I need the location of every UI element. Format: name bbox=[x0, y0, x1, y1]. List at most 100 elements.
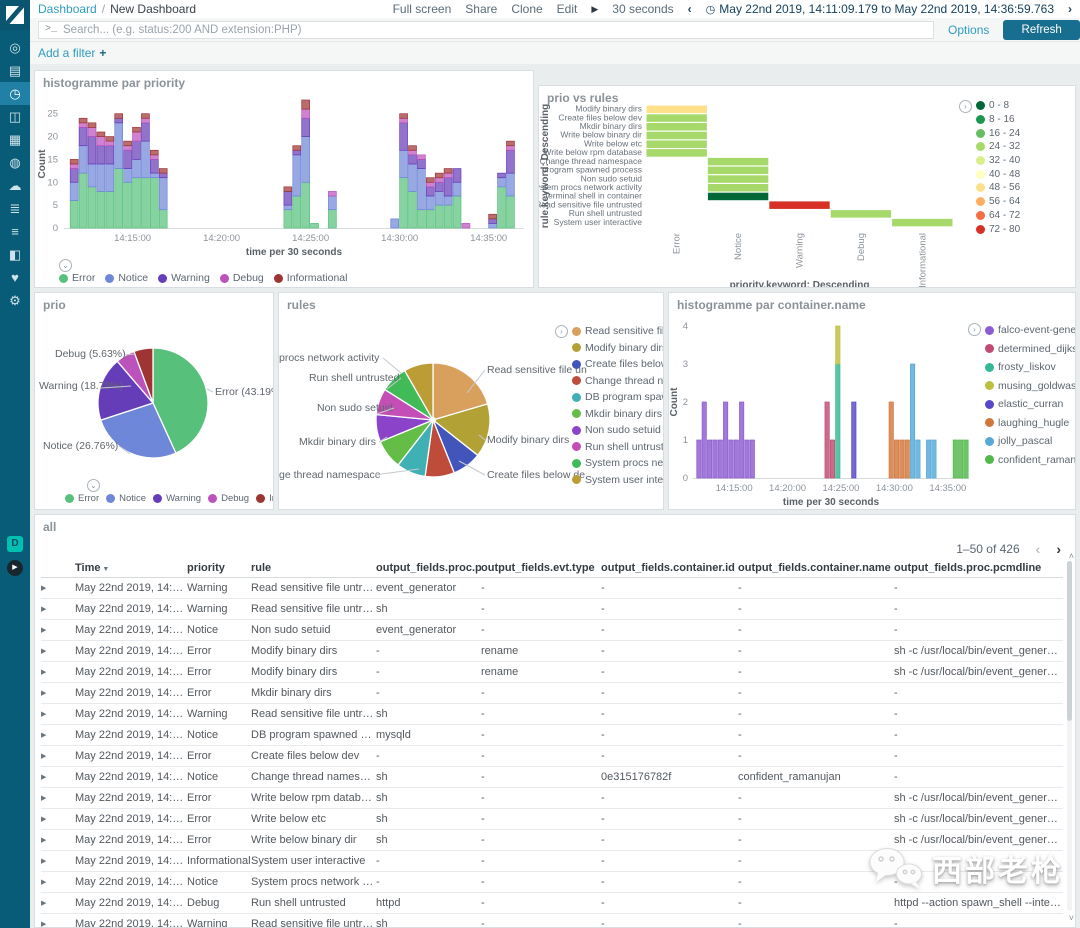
sort-desc-icon[interactable]: ▼ bbox=[100, 566, 109, 573]
column-header-output_fields-container-id[interactable]: output_fields.container.id bbox=[601, 559, 738, 578]
pagination-next-icon[interactable]: › bbox=[1056, 541, 1061, 557]
legend-item[interactable]: 64 - 72 bbox=[976, 209, 1020, 223]
legend-item[interactable]: frosty_liskov bbox=[985, 358, 1075, 377]
table-row[interactable]: ▶May 22nd 2019, 14:36:10.511NoticeDB pro… bbox=[41, 724, 1063, 746]
breadcrumb-dashboard-link[interactable]: Dashboard bbox=[38, 2, 97, 16]
legend-item[interactable]: Create files below dev bbox=[572, 356, 663, 373]
legend-item[interactable]: Warning bbox=[158, 272, 210, 284]
column-header-output_fields-evt-type[interactable]: output_fields.evt.type bbox=[481, 559, 601, 578]
legend-item[interactable]: musing_goldwasser bbox=[985, 377, 1075, 396]
legend-item[interactable]: Modify binary dirs bbox=[572, 340, 663, 357]
sidebar-item-visualize[interactable]: ▤ bbox=[0, 59, 30, 82]
refresh-interval[interactable]: 30 seconds bbox=[612, 2, 673, 16]
scroll-down-icon[interactable]: ˅ bbox=[1069, 913, 1074, 923]
sidebar-item-dev-tools[interactable]: ◧ bbox=[0, 243, 30, 266]
table-row[interactable]: ▶May 22nd 2019, 14:36:06.505ErrorWrite b… bbox=[41, 808, 1063, 830]
column-header-output_fields-proc-pname[interactable]: output_fields.proc.pname bbox=[376, 559, 481, 578]
legend-item[interactable]: 48 - 56 bbox=[976, 181, 1020, 195]
legend-toggle-icon[interactable]: › bbox=[959, 100, 972, 113]
sidebar-item-canvas[interactable]: ◫ bbox=[0, 105, 30, 128]
legend-toggle-icon[interactable]: › bbox=[555, 325, 568, 338]
legend-item[interactable]: Warning bbox=[153, 493, 201, 504]
legend-item[interactable]: Debug bbox=[219, 272, 264, 284]
add-filter-plus-icon[interactable]: + bbox=[99, 46, 106, 60]
sidebar-item-infrastructure[interactable]: ☁ bbox=[0, 174, 30, 197]
search-input[interactable] bbox=[63, 23, 934, 36]
table-row[interactable]: ▶May 22nd 2019, 14:36:07.506ErrorWrite b… bbox=[41, 787, 1063, 809]
top-menu-share[interactable]: Share bbox=[465, 2, 497, 16]
table-scrollbar-thumb[interactable] bbox=[1067, 561, 1072, 721]
legend-item[interactable]: elastic_curran bbox=[985, 395, 1075, 414]
prio-pie-chart[interactable]: Debug (5.63%) Warning (18.78%) Error (43.1… bbox=[35, 311, 273, 496]
legend-item[interactable]: Error bbox=[65, 493, 99, 504]
row-expand-icon[interactable]: ▶ bbox=[41, 871, 75, 893]
row-expand-icon[interactable]: ▶ bbox=[41, 619, 75, 641]
legend-item[interactable]: 40 - 48 bbox=[976, 167, 1020, 181]
pagination-prev-icon[interactable]: ‹ bbox=[1036, 541, 1041, 557]
table-row[interactable]: ▶May 22nd 2019, 14:36:08.506NoticeChange… bbox=[41, 766, 1063, 788]
legend-item[interactable]: 0 - 8 bbox=[976, 99, 1020, 113]
legend-item[interactable]: DB program spawne... bbox=[572, 389, 663, 406]
sidebar-item-discover[interactable]: ◎ bbox=[0, 36, 30, 59]
time-next-icon[interactable]: › bbox=[1068, 2, 1072, 16]
table-row[interactable]: ▶May 22nd 2019, 14:36:16.527WarningRead … bbox=[41, 577, 1063, 599]
table-row[interactable]: ▶May 22nd 2019, 14:36:05.504ErrorWrite b… bbox=[41, 829, 1063, 851]
scroll-up-icon[interactable]: ˄ bbox=[1069, 551, 1074, 561]
sidebar-item-maps[interactable]: ◍ bbox=[0, 151, 30, 174]
top-menu-edit[interactable]: Edit bbox=[557, 2, 578, 16]
table-row[interactable]: ▶May 22nd 2019, 14:36:03.488Informationa… bbox=[41, 850, 1063, 872]
options-link[interactable]: Options bbox=[948, 23, 989, 37]
time-range-picker[interactable]: ◷ May 22nd 2019, 14:11:09.179 to May 22n… bbox=[706, 2, 1054, 16]
row-expand-icon[interactable]: ▶ bbox=[41, 892, 75, 914]
row-expand-icon[interactable]: ▶ bbox=[41, 850, 75, 872]
legend-item[interactable]: 32 - 40 bbox=[976, 154, 1020, 168]
table-row[interactable]: ▶May 22nd 2019, 14:36:09.507ErrorCreate … bbox=[41, 745, 1063, 767]
row-expand-icon[interactable]: ▶ bbox=[41, 598, 75, 620]
table-row[interactable]: ▶May 22nd 2019, 14:36:14.516NoticeNon su… bbox=[41, 619, 1063, 641]
column-header-output_fields-proc-pcmdline[interactable]: output_fields.proc.pcmdline bbox=[894, 559, 1063, 578]
add-filter-link[interactable]: Add a filter bbox=[38, 46, 95, 60]
table-row[interactable]: ▶May 22nd 2019, 14:36:11.512WarningRead … bbox=[41, 703, 1063, 725]
kibana-logo[interactable] bbox=[0, 0, 30, 30]
top-menu-clone[interactable]: Clone bbox=[511, 2, 542, 16]
sidebar-item-uptime[interactable]: ≡ bbox=[0, 220, 30, 243]
legend-item[interactable]: Debug bbox=[208, 493, 249, 504]
sidebar-item-dashboard[interactable]: ◷ bbox=[0, 82, 30, 105]
legend-toggle-icon[interactable]: ⌄ bbox=[87, 479, 100, 492]
legend-item[interactable]: 16 - 24 bbox=[976, 126, 1020, 140]
table-row[interactable]: ▶May 22nd 2019, 14:36:01.471DebugRun she… bbox=[41, 892, 1063, 914]
legend-item[interactable]: confident_ramanujan bbox=[985, 451, 1075, 470]
legend-item[interactable]: Informational bbox=[256, 493, 273, 504]
column-header-output_fields-container-name[interactable]: output_fields.container.name bbox=[738, 559, 894, 578]
column-header-priority[interactable]: priority bbox=[187, 559, 251, 578]
row-expand-icon[interactable]: ▶ bbox=[41, 808, 75, 830]
row-expand-icon[interactable]: ▶ bbox=[41, 577, 75, 599]
row-expand-icon[interactable]: ▶ bbox=[41, 787, 75, 809]
legend-item[interactable]: System procs networ... bbox=[572, 455, 663, 472]
legend-item[interactable]: falco-event-generator bbox=[985, 321, 1075, 340]
table-row[interactable]: ▶May 22nd 2019, 14:36:13.514ErrorModify … bbox=[41, 640, 1063, 662]
legend-item[interactable]: laughing_hugle bbox=[985, 414, 1075, 433]
row-expand-icon[interactable]: ▶ bbox=[41, 913, 75, 927]
row-expand-icon[interactable]: ▶ bbox=[41, 640, 75, 662]
row-expand-icon[interactable]: ▶ bbox=[41, 724, 75, 746]
legend-item[interactable]: 72 - 80 bbox=[976, 222, 1020, 236]
table-row[interactable]: ▶May 22nd 2019, 14:36:00.461WarningRead … bbox=[41, 913, 1063, 927]
legend-item[interactable]: determined_dijkstra bbox=[985, 340, 1075, 359]
row-expand-icon[interactable]: ▶ bbox=[41, 745, 75, 767]
refresh-button[interactable]: Refresh bbox=[1003, 19, 1080, 40]
space-badge[interactable]: D bbox=[7, 536, 23, 552]
table-row[interactable]: ▶May 22nd 2019, 14:36:12.513ErrorMkdir b… bbox=[41, 682, 1063, 704]
legend-item[interactable]: Non sudo setuid bbox=[572, 422, 663, 439]
sidebar-item-machine-learning[interactable]: ▦ bbox=[0, 128, 30, 151]
legend-item[interactable]: Informational bbox=[273, 272, 347, 284]
row-expand-icon[interactable]: ▶ bbox=[41, 703, 75, 725]
legend-toggle-icon[interactable]: ⌄ bbox=[59, 259, 72, 272]
table-row[interactable]: ▶May 22nd 2019, 14:36:02.486NoticeSystem… bbox=[41, 871, 1063, 893]
table-row[interactable]: ▶May 22nd 2019, 14:36:15.517WarningRead … bbox=[41, 598, 1063, 620]
legend-item[interactable]: Notice bbox=[105, 272, 148, 284]
legend-item[interactable]: Run shell untrusted bbox=[572, 439, 663, 456]
legend-toggle-icon[interactable]: › bbox=[968, 323, 981, 336]
top-menu-full-screen[interactable]: Full screen bbox=[393, 2, 452, 16]
legend-item[interactable]: Read sensitive file un... bbox=[572, 323, 663, 340]
